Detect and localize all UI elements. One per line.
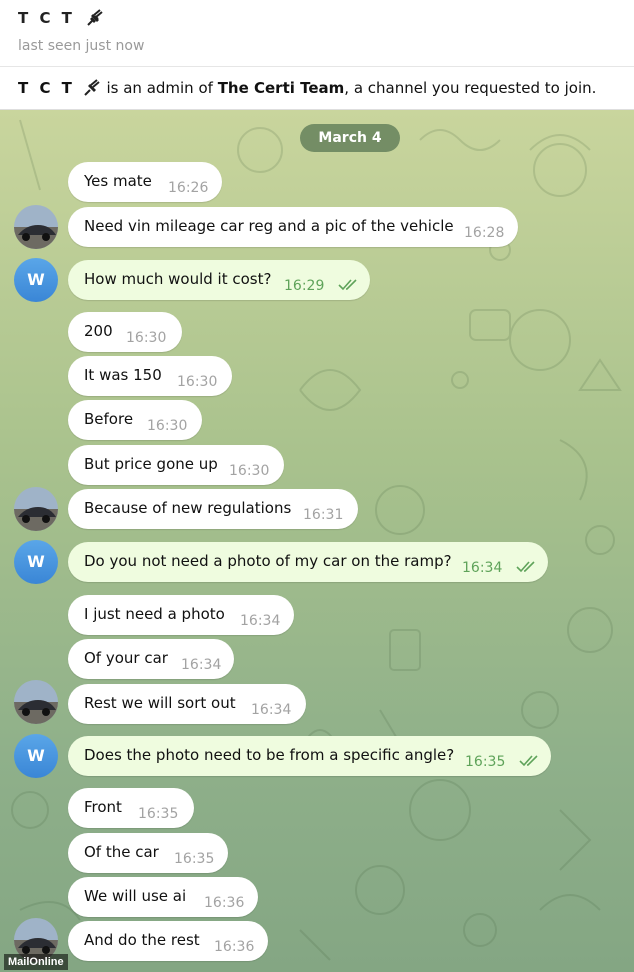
date-separator: March 4 xyxy=(300,124,400,152)
message-text: Before xyxy=(84,410,134,428)
message-text: Does the photo need to be from a specifi… xyxy=(84,746,455,764)
contact-avatar[interactable] xyxy=(14,487,58,531)
message-bubble[interactable]: We will use ai 16:36 xyxy=(68,877,258,917)
contact-avatar[interactable] xyxy=(14,680,58,724)
message-bubble[interactable]: And do the rest 16:36 xyxy=(68,921,268,961)
message-bubble[interactable]: Front 16:35 xyxy=(68,788,194,828)
car-photo-avatar-icon xyxy=(14,680,58,724)
message-text: And do the rest xyxy=(84,931,200,949)
message-time: 16:36 xyxy=(204,895,245,911)
chat-area[interactable]: March 4 Yes mate 16:26 Need vin mileage … xyxy=(0,110,634,972)
notice-text-tail: , a channel you requested to join. xyxy=(344,79,597,97)
user-avatar[interactable]: W xyxy=(14,540,58,584)
user-avatar[interactable]: W xyxy=(14,258,58,302)
notice-text-admin: is an admin of xyxy=(101,79,218,97)
message-text: Do you not need a photo of my car on the… xyxy=(84,552,452,570)
message-bubble[interactable]: It was 150 16:30 xyxy=(68,356,232,396)
user-avatar[interactable]: W xyxy=(14,734,58,778)
message-bubble[interactable]: Before 16:30 xyxy=(68,400,202,440)
message-time: 16:34 xyxy=(462,560,503,576)
contact-name[interactable]: T C T xyxy=(18,8,105,27)
message-text: Rest we will sort out xyxy=(84,694,236,712)
message-time: 16:30 xyxy=(177,374,218,390)
plug-icon xyxy=(87,9,103,26)
message-bubble[interactable]: Of your car 16:34 xyxy=(68,639,234,679)
message-time: 16:34 xyxy=(181,657,222,673)
message-text: How much would it cost? xyxy=(84,270,272,288)
message-time: 16:29 xyxy=(284,278,325,294)
message-bubble[interactable]: Do you not need a photo of my car on the… xyxy=(68,542,548,582)
admin-notice-bar: T C T is an admin of The Certi Team, a c… xyxy=(0,67,634,110)
message-text: It was 150 xyxy=(84,366,162,384)
message-time: 16:35 xyxy=(174,851,215,867)
double-check-icon xyxy=(516,561,535,573)
double-check-icon xyxy=(338,279,357,291)
message-time: 16:30 xyxy=(126,330,167,346)
double-check-icon xyxy=(519,755,538,767)
message-text: Because of new regulations xyxy=(84,499,292,517)
message-bubble[interactable]: Because of new regulations 16:31 xyxy=(68,489,358,529)
message-time: 16:36 xyxy=(214,939,255,955)
last-seen-status: last seen just now xyxy=(18,38,145,54)
message-bubble[interactable]: Yes mate 16:26 xyxy=(68,162,222,202)
message-bubble[interactable]: Need vin mileage car reg and a pic of th… xyxy=(68,207,518,247)
message-text: Of the car xyxy=(84,843,159,861)
message-text: I just need a photo xyxy=(84,605,225,623)
message-time: 16:35 xyxy=(138,806,179,822)
message-text: Need vin mileage car reg and a pic of th… xyxy=(84,217,454,235)
car-photo-avatar-icon xyxy=(14,487,58,531)
car-photo-avatar-icon xyxy=(14,205,58,249)
message-time: 16:26 xyxy=(168,180,209,196)
message-time: 16:31 xyxy=(303,507,344,523)
notice-contact-name: T C T xyxy=(18,79,75,97)
message-text: Front xyxy=(84,798,122,816)
chat-header[interactable]: T C T last seen just now xyxy=(0,0,634,67)
message-text: Of your car xyxy=(84,649,168,667)
message-text: 200 xyxy=(84,322,113,340)
message-text: But price gone up xyxy=(84,455,218,473)
message-text: Yes mate xyxy=(84,172,152,190)
message-time: 16:30 xyxy=(229,463,270,479)
message-bubble[interactable]: I just need a photo 16:34 xyxy=(68,595,294,635)
message-text: We will use ai xyxy=(84,887,187,905)
message-bubble[interactable]: 200 16:30 xyxy=(68,312,182,352)
message-time: 16:28 xyxy=(464,225,505,241)
message-bubble[interactable]: Of the car 16:35 xyxy=(68,833,228,873)
message-bubble[interactable]: Rest we will sort out 16:34 xyxy=(68,684,306,724)
message-bubble[interactable]: How much would it cost? 16:29 xyxy=(68,260,370,300)
message-time: 16:35 xyxy=(465,754,506,770)
message-time: 16:34 xyxy=(251,702,292,718)
message-time: 16:34 xyxy=(240,613,281,629)
message-bubble[interactable]: But price gone up 16:30 xyxy=(68,445,284,485)
contact-name-text: T C T xyxy=(18,9,75,27)
watermark: MailOnline xyxy=(4,954,68,970)
message-bubble[interactable]: Does the photo need to be from a specifi… xyxy=(68,736,551,776)
contact-avatar[interactable] xyxy=(14,205,58,249)
plug-icon xyxy=(83,79,100,96)
channel-name: The Certi Team xyxy=(217,79,345,97)
message-time: 16:30 xyxy=(147,418,188,434)
